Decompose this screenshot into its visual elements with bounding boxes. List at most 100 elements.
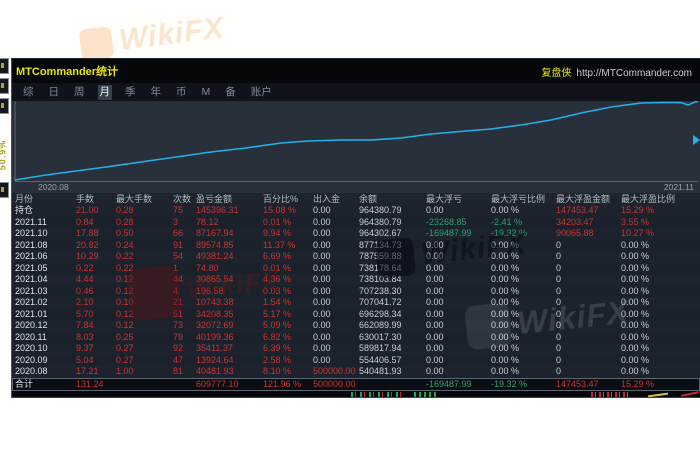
cell-最大浮亏: 0.00 — [426, 274, 491, 286]
equity-chart-svg — [12, 101, 700, 193]
cell-盈亏金额: 40199.36 — [196, 332, 263, 344]
cell-最大浮盈比例: 0.00 % — [621, 355, 700, 367]
column-header[interactable]: 手数 — [76, 193, 116, 205]
column-header[interactable]: 次数 — [173, 193, 196, 205]
cell-出入金: 0.00 — [313, 320, 359, 332]
cell-最大浮盈金额: 0 — [556, 251, 621, 263]
cell-盈亏金额: 30865.54 — [196, 274, 263, 286]
cell-最大浮盈比例: 0.00 % — [621, 240, 700, 252]
vertical-percent-label: 50.9% — [0, 140, 7, 171]
equity-chart: 2020.08 2021.11 WikiFX — [12, 101, 700, 193]
cell-手数: 5.70 — [76, 309, 116, 321]
cell-手数: 7.84 — [76, 320, 116, 332]
cell-出入金: 0.00 — [313, 343, 359, 355]
cell-最大浮亏比例: 0.00 % — [491, 274, 556, 286]
cell-最大手数: 1.00 — [116, 366, 173, 378]
cell-最大浮亏比例: 0.00 % — [491, 251, 556, 263]
menu-item-备[interactable]: 备 — [223, 85, 238, 100]
cell-余额: 738178.64 — [359, 263, 426, 275]
column-header[interactable]: 最大手数 — [116, 193, 173, 205]
cell-次数: 75 — [173, 205, 196, 217]
cell-出入金: 0.00 — [313, 251, 359, 263]
wikifx-watermark-top: WikiFX — [78, 11, 226, 62]
menu-item-月[interactable]: 月 — [98, 85, 113, 100]
cell-最大浮亏比例: 0.00 % — [491, 309, 556, 321]
cell-百分比%: 2.58 % — [263, 355, 313, 367]
cell-最大浮盈金额: 0 — [556, 332, 621, 344]
cell-百分比%: 15.08 % — [263, 205, 313, 217]
wikifx-watermark-text: WikiFX — [117, 11, 226, 58]
table-row-2020.08[interactable]: 2020.0817.211.008140481.938.10 %500000.0… — [12, 366, 700, 378]
menu-item-综[interactable]: 综 — [21, 85, 36, 100]
cell-盈亏金额: 78.12 — [196, 217, 263, 229]
column-header[interactable]: 盈亏金额 — [196, 193, 263, 205]
column-header[interactable]: 月份 — [12, 193, 76, 205]
cell-月份: 2021.04 — [12, 274, 76, 286]
table-row-2020.11[interactable]: 2020.118.030.257940199.366.82 %0.0063001… — [12, 332, 700, 344]
cell-最大手数: 0.27 — [116, 343, 173, 355]
table-row-2021.02[interactable]: 2021.022.100.102110743.381.54 %0.0070704… — [12, 297, 700, 309]
menu-item-年[interactable]: 年 — [149, 85, 164, 100]
column-header[interactable]: 最大浮盈金额 — [556, 193, 621, 205]
cell-手数: 17.21 — [76, 366, 116, 378]
table-row-2021.08[interactable]: 2021.0820.820.249189574.8511.37 %0.00877… — [12, 240, 700, 252]
table-row-2021.04[interactable]: 2021.044.440.124430865.544.36 %0.0073810… — [12, 274, 700, 286]
cell-余额: 738103.84 — [359, 274, 426, 286]
cell-出入金: 0.00 — [313, 332, 359, 344]
column-header[interactable]: 最大浮亏 — [426, 193, 491, 205]
cell-余额: 707238.30 — [359, 286, 426, 298]
table-row-持仓[interactable]: 持仓21.000.2875145396.3115.08 %0.00964380.… — [12, 205, 700, 217]
x-axis-end-label: 2021.11 — [664, 182, 694, 192]
equity-line — [15, 102, 698, 181]
cell-最大浮盈金额: 0 — [556, 297, 621, 309]
cell-盈亏金额: 87167.94 — [196, 228, 263, 240]
cell-出入金: 0.00 — [313, 240, 359, 252]
column-header[interactable]: 最大浮盈比例 — [621, 193, 700, 205]
table-row-2021.05[interactable]: 2021.050.220.22174.800.01 %0.00738178.64… — [12, 263, 700, 275]
cell-最大浮亏: 0.00 — [426, 309, 491, 321]
cell-余额: 554406.57 — [359, 355, 426, 367]
menu-item-币[interactable]: 币 — [174, 85, 189, 100]
menu-item-周[interactable]: 周 — [72, 85, 87, 100]
titlebar-right: 复盘侠http://MTCommander.com — [541, 64, 692, 79]
cell-百分比%: 0.03 % — [263, 286, 313, 298]
cell-最大浮盈金额: 147453.47 — [556, 378, 621, 391]
cell-最大手数: 0.12 — [116, 286, 173, 298]
column-header[interactable]: 余额 — [359, 193, 426, 205]
cell-最大手数: 0.50 — [116, 228, 173, 240]
column-header[interactable]: 最大浮亏比例 — [491, 193, 556, 205]
table-row-2020.12[interactable]: 2020.127.840.127332072.695.09 %0.0066208… — [12, 320, 700, 332]
cell-月份: 2021.06 — [12, 251, 76, 263]
table-row-2021.01[interactable]: 2021.015.700.125134208.355.17 %0.0069629… — [12, 309, 700, 321]
table-row-2021.06[interactable]: 2021.0610.290.225449381.246.69 %0.007875… — [12, 251, 700, 263]
cell-最大浮盈比例: 10.27 % — [621, 228, 700, 240]
table-row-2020.10[interactable]: 2020.109.370.279235411.376.39 %0.0058981… — [12, 343, 700, 355]
brand-label: 复盘侠 — [541, 68, 571, 79]
table-total-row[interactable]: 合计131.24609777.10121.96 %500000.00-16948… — [12, 378, 700, 391]
cell-盈亏金额: 49381.24 — [196, 251, 263, 263]
window-title: MTCommander统计 — [16, 63, 118, 79]
cell-次数: 51 — [173, 309, 196, 321]
table-row-2021.03[interactable]: 2021.030.460.124196.580.03 %0.00707238.3… — [12, 286, 700, 298]
cell-出入金: 0.00 — [313, 309, 359, 321]
cell-手数: 131.24 — [76, 378, 116, 391]
title-bar[interactable]: MTCommander统计 复盘侠http://MTCommander.com — [12, 59, 700, 83]
cell-最大手数: 0.27 — [116, 355, 173, 367]
column-header[interactable]: 出入金 — [313, 193, 359, 205]
table-row-2021.11[interactable]: 2021.110.840.28378.120.01 %0.00964380.79… — [12, 217, 700, 229]
cell-最大浮盈金额: 0 — [556, 343, 621, 355]
cell-最大浮亏: 0.00 — [426, 286, 491, 298]
cell-余额: 630017.30 — [359, 332, 426, 344]
cell-最大浮盈比例: 0.00 % — [621, 309, 700, 321]
menu-item-季[interactable]: 季 — [123, 85, 138, 100]
table-row-2021.10[interactable]: 2021.1017.880.506687167.949.94 %0.009643… — [12, 228, 700, 240]
table-row-2020.09[interactable]: 2020.095.040.274713924.642.58 %0.0055440… — [12, 355, 700, 367]
menu-item-账户[interactable]: 账户 — [249, 85, 274, 100]
column-header[interactable]: 百分比% — [263, 193, 313, 205]
clipped-bars — [414, 392, 438, 397]
cell-最大浮亏: -23268.85 — [426, 217, 491, 229]
menu-item-M[interactable]: M — [200, 85, 213, 100]
menu-item-日[interactable]: 日 — [47, 85, 62, 100]
cell-最大手数: 0.12 — [116, 309, 173, 321]
cell-月份: 持仓 — [12, 205, 76, 217]
